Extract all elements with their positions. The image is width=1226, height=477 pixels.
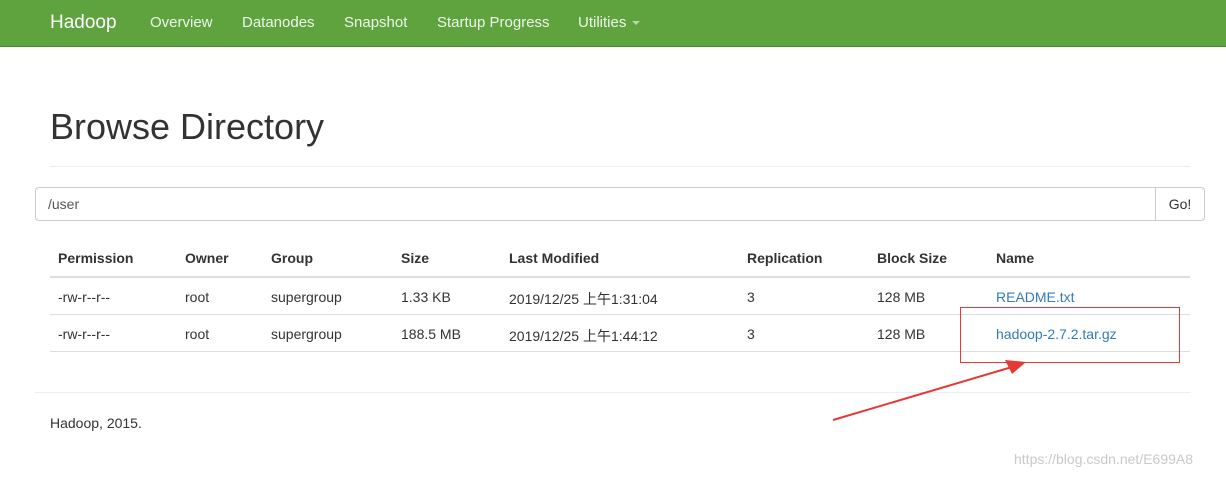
column-header-block-size[interactable]: Block Size <box>877 250 947 266</box>
cell-block-size: 128 MB <box>877 326 926 342</box>
cell-last-modified: 2019/12/25 上午1:44:12 <box>509 328 658 344</box>
table-row: -rw-r--r-- root supergroup 188.5 MB 2019… <box>50 315 1190 352</box>
cell-permission: -rw-r--r-- <box>58 326 111 342</box>
file-listing-table: Permission Owner Group Size Last Modifie… <box>50 240 1190 352</box>
caret-down-icon <box>632 21 641 26</box>
table-header-row: Permission Owner Group Size Last Modifie… <box>50 240 1190 278</box>
directory-path-input[interactable] <box>35 187 1156 221</box>
arrow-shaft <box>832 366 1013 421</box>
cell-last-modified: 2019/12/25 上午1:31:04 <box>509 291 658 307</box>
brand-link[interactable]: Hadoop <box>50 12 117 34</box>
footer-text: Hadoop, 2015. <box>50 415 142 431</box>
file-link-readme[interactable]: README.txt <box>996 289 1075 305</box>
nav-utilities-label: Utilities <box>578 14 627 31</box>
cell-group: supergroup <box>271 326 342 342</box>
column-header-size[interactable]: Size <box>401 250 429 266</box>
cell-permission: -rw-r--r-- <box>58 289 111 305</box>
cell-owner: root <box>185 326 210 342</box>
nav-snapshot[interactable]: Snapshot <box>344 14 407 31</box>
annotation-arrow-icon <box>832 360 1026 421</box>
watermark-text: https://blog.csdn.net/E699A8 <box>1014 451 1194 467</box>
nav-overview[interactable]: Overview <box>150 14 213 31</box>
table-row: -rw-r--r-- root supergroup 1.33 KB 2019/… <box>50 278 1190 315</box>
cell-owner: root <box>185 289 210 305</box>
column-header-last-modified[interactable]: Last Modified <box>509 250 599 266</box>
column-header-replication[interactable]: Replication <box>747 250 822 266</box>
cell-block-size: 128 MB <box>877 289 926 305</box>
nav-startup-progress[interactable]: Startup Progress <box>437 14 550 31</box>
page-title: Browse Directory <box>50 106 325 147</box>
cell-group: supergroup <box>271 289 342 305</box>
arrowhead-icon <box>1005 360 1026 374</box>
nav-datanodes[interactable]: Datanodes <box>242 14 315 31</box>
column-header-owner[interactable]: Owner <box>185 250 229 266</box>
cell-size: 188.5 MB <box>401 326 461 342</box>
cell-replication: 3 <box>747 326 755 342</box>
column-header-permission[interactable]: Permission <box>58 250 133 266</box>
nav-utilities-dropdown[interactable]: Utilities <box>578 14 641 31</box>
cell-replication: 3 <box>747 289 755 305</box>
column-header-name[interactable]: Name <box>996 250 1034 266</box>
footer-divider <box>35 392 1191 393</box>
title-divider <box>50 166 1190 167</box>
go-button[interactable]: Go! <box>1155 187 1205 221</box>
column-header-group[interactable]: Group <box>271 250 313 266</box>
cell-size: 1.33 KB <box>401 289 451 305</box>
top-navbar: Hadoop Overview Datanodes Snapshot Start… <box>0 0 1226 47</box>
file-link-hadoop-tarball[interactable]: hadoop-2.7.2.tar.gz <box>996 326 1117 342</box>
